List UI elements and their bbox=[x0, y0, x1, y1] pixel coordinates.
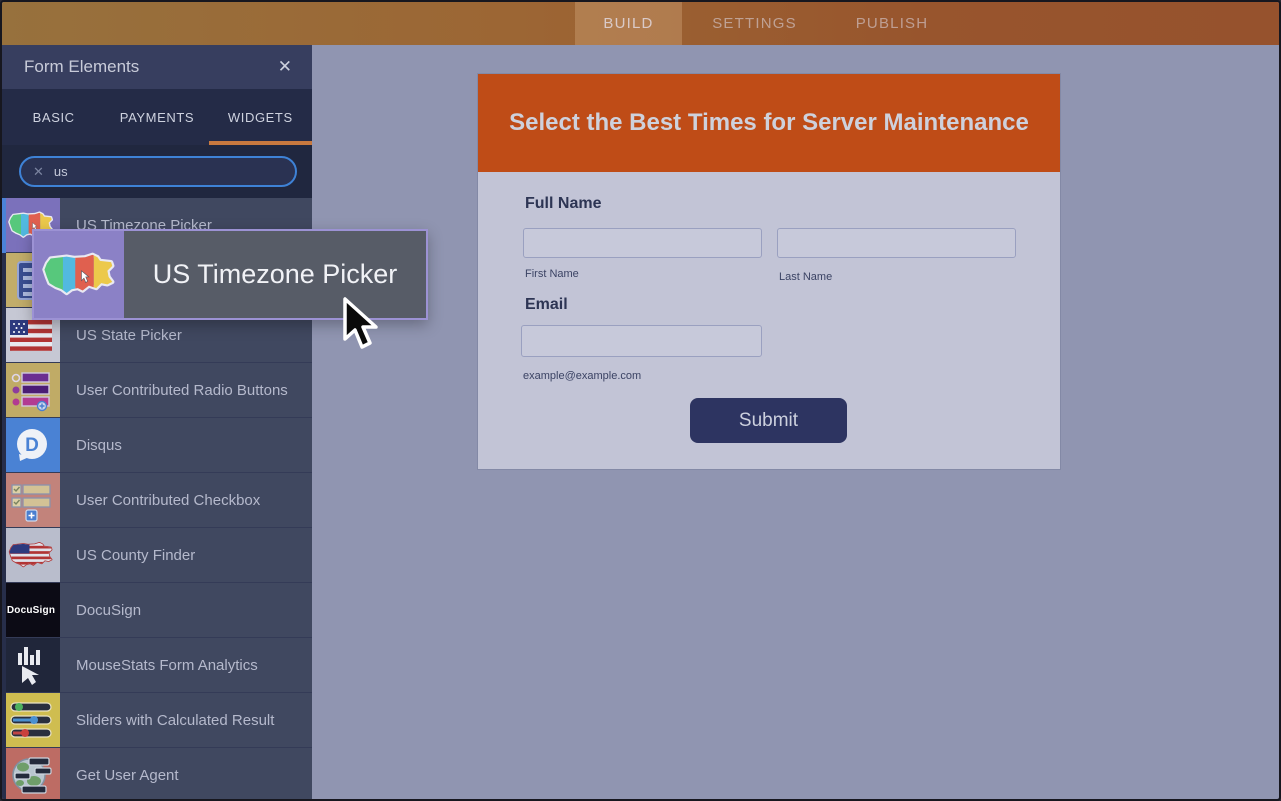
form-header: Select the Best Times for Server Mainten… bbox=[478, 74, 1060, 172]
radio-buttons-icon bbox=[2, 363, 60, 417]
email-input[interactable] bbox=[521, 325, 762, 357]
email-sublabel: example@example.com bbox=[523, 370, 641, 382]
form-title: Select the Best Times for Server Mainten… bbox=[509, 109, 1029, 137]
tab-publish[interactable]: PUBLISH bbox=[827, 2, 957, 45]
email-label: Email bbox=[525, 296, 568, 314]
form-elements-panel: Form Elements ✕ BASIC PAYMENTS WIDGETS ✕… bbox=[2, 45, 312, 801]
tab-payments[interactable]: PAYMENTS bbox=[105, 89, 208, 145]
widget-item-user-contributed-checkbox[interactable]: User Contributed Checkbox bbox=[2, 473, 312, 528]
list-left-edge bbox=[2, 198, 6, 801]
mouse-cursor-icon bbox=[340, 297, 392, 358]
widget-item-user-contributed-radio-buttons[interactable]: User Contributed Radio Buttons bbox=[2, 363, 312, 418]
clear-search-icon[interactable]: ✕ bbox=[33, 164, 44, 180]
tab-widgets[interactable]: WIDGETS bbox=[209, 89, 312, 145]
tab-basic[interactable]: BASIC bbox=[2, 89, 105, 145]
first-name-sublabel: First Name bbox=[525, 268, 579, 280]
first-name-input[interactable] bbox=[523, 228, 762, 258]
last-name-sublabel: Last Name bbox=[779, 271, 832, 283]
panel-header: Form Elements ✕ bbox=[2, 45, 312, 89]
last-name-input[interactable] bbox=[777, 228, 1016, 258]
sliders-icon bbox=[2, 693, 60, 747]
widget-item-get-user-agent[interactable]: Get User Agent bbox=[2, 748, 312, 801]
close-icon[interactable]: ✕ bbox=[274, 55, 296, 79]
us-timezone-map-icon bbox=[34, 231, 124, 318]
active-item-indicator bbox=[2, 198, 6, 253]
widget-item-us-county-finder[interactable]: US County Finder bbox=[2, 528, 312, 583]
widget-item-mousestats-form-analytics[interactable]: MouseStats Form Analytics bbox=[2, 638, 312, 693]
form-body: Full Name First Name Last Name Email exa… bbox=[478, 172, 1060, 469]
submit-button[interactable]: Submit bbox=[690, 398, 847, 443]
panel-title: Form Elements bbox=[24, 57, 274, 77]
widget-item-disqus[interactable]: D Disqus bbox=[2, 418, 312, 473]
form-builder-screen: BUILD SETTINGS PUBLISH Select the Best T… bbox=[0, 0, 1281, 801]
full-name-label: Full Name bbox=[525, 195, 601, 213]
mousestats-icon bbox=[2, 638, 60, 692]
search-input[interactable] bbox=[54, 164, 254, 179]
svg-text:D: D bbox=[25, 435, 39, 456]
disqus-icon: D bbox=[2, 418, 60, 472]
docusign-icon: DocuSign bbox=[2, 583, 60, 637]
tab-build[interactable]: BUILD bbox=[575, 2, 682, 45]
search-field[interactable]: ✕ bbox=[19, 156, 297, 187]
widget-item-sliders-with-calculated-result[interactable]: Sliders with Calculated Result bbox=[2, 693, 312, 748]
us-county-map-icon bbox=[2, 528, 60, 582]
tab-settings[interactable]: SETTINGS bbox=[682, 2, 827, 45]
checkbox-icon bbox=[2, 473, 60, 527]
panel-tabs: BASIC PAYMENTS WIDGETS bbox=[2, 89, 312, 145]
top-navigation-bar: BUILD SETTINGS PUBLISH bbox=[2, 2, 1279, 45]
widget-item-docusign[interactable]: DocuSign DocuSign bbox=[2, 583, 312, 638]
form-preview-card: Select the Best Times for Server Mainten… bbox=[478, 74, 1060, 469]
user-agent-globe-icon bbox=[2, 748, 60, 801]
search-row: ✕ bbox=[2, 145, 312, 198]
